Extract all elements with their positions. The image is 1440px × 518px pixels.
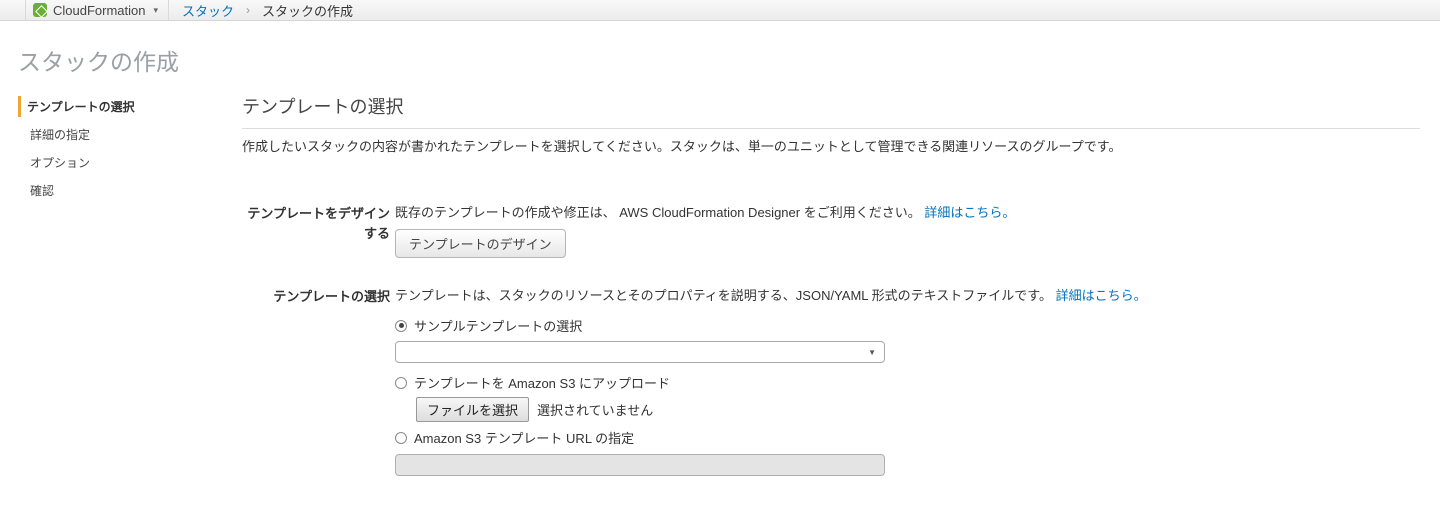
main-panel: テンプレートの選択 作成したいスタックの内容が書かれたテンプレートを選択してくだ…	[242, 93, 1420, 477]
content-layout: テンプレートの選択 詳細の指定 オプション 確認 テンプレートの選択 作成したい…	[0, 93, 1440, 477]
section-description: 作成したいスタックの内容が書かれたテンプレートを選択してください。スタックは、単…	[242, 139, 1122, 154]
sidebar-item-specify-details[interactable]: 詳細の指定	[18, 124, 242, 145]
design-template-text-body: 既存のテンプレートの作成や修正は、 AWS CloudFormation Des…	[395, 205, 921, 220]
sample-template-select[interactable]: ▼	[395, 341, 885, 364]
choose-template-content: テンプレートは、スタックのリソースとそのプロパティを説明する、JSON/YAML…	[390, 287, 1420, 477]
top-navigation-bar: CloudFormation ▾ スタック › スタックの作成	[0, 0, 1440, 21]
radio-sample-template-label: サンプルテンプレートの選択	[414, 319, 583, 335]
choose-template-row: テンプレートの選択 テンプレートは、スタックのリソースとそのプロパティを説明する…	[242, 287, 1420, 477]
design-template-content: 既存のテンプレートの作成や修正は、 AWS CloudFormation Des…	[390, 204, 1420, 259]
page-title: スタックの作成	[18, 49, 179, 75]
sidebar-item-options[interactable]: オプション	[18, 152, 242, 173]
radio-specify-url[interactable]: Amazon S3 テンプレート URL の指定	[395, 428, 1420, 447]
breadcrumb-separator: ›	[246, 3, 251, 17]
radio-upload-s3-label: テンプレートを Amazon S3 にアップロード	[414, 376, 671, 392]
radio-specify-url-label: Amazon S3 テンプレート URL の指定	[414, 431, 635, 447]
select-dropdown-arrow-icon: ▼	[868, 347, 876, 357]
sidebar-item-select-template[interactable]: テンプレートの選択	[18, 96, 242, 117]
s3-template-url-input[interactable]	[395, 454, 885, 477]
file-upload-row: ファイルを選択 選択されていません	[416, 397, 1420, 423]
radio-upload-s3[interactable]: テンプレートを Amazon S3 にアップロード	[395, 373, 1420, 392]
design-template-label: テンプレートをデザインする	[247, 206, 390, 242]
design-template-text: 既存のテンプレートの作成や修正は、 AWS CloudFormation Des…	[395, 204, 1420, 222]
radio-button-icon[interactable]	[395, 319, 407, 332]
radio-sample-template[interactable]: サンプルテンプレートの選択	[395, 316, 1420, 335]
wizard-steps-sidebar: テンプレートの選択 詳細の指定 オプション 確認	[0, 93, 242, 476]
radio-button-icon[interactable]	[395, 376, 407, 389]
chevron-down-icon: ▾	[153, 4, 159, 15]
service-menu-cloudformation[interactable]: CloudFormation ▾	[26, 0, 170, 20]
heading-divider	[242, 128, 1420, 129]
topbar-left-pad	[0, 0, 26, 20]
radio-button-icon[interactable]	[395, 431, 407, 444]
design-template-button[interactable]: テンプレートのデザイン	[395, 229, 566, 259]
choose-template-text: テンプレートは、スタックのリソースとそのプロパティを説明する、JSON/YAML…	[395, 287, 1420, 305]
service-name: CloudFormation	[53, 2, 146, 18]
breadcrumb-current: スタックの作成	[262, 3, 354, 19]
cloudformation-icon	[33, 3, 47, 17]
file-status-text: 選択されていません	[537, 403, 654, 419]
breadcrumb: スタック › スタックの作成	[169, 1, 353, 20]
choose-template-text-body: テンプレートは、スタックのリソースとそのプロパティを説明する、JSON/YAML…	[395, 288, 1052, 304]
sidebar-item-review[interactable]: 確認	[18, 180, 242, 201]
breadcrumb-stacks-link[interactable]: スタック	[182, 1, 234, 20]
choose-template-label: テンプレートの選択	[273, 289, 390, 305]
design-learn-more-link[interactable]: 詳細はこちら。	[924, 205, 1015, 220]
design-template-row: テンプレートをデザインする 既存のテンプレートの作成や修正は、 AWS Clou…	[242, 204, 1420, 259]
choose-learn-more-link[interactable]: 詳細はこちら。	[1056, 288, 1147, 303]
section-heading: テンプレートの選択	[242, 97, 404, 117]
choose-file-button[interactable]: ファイルを選択	[416, 397, 530, 423]
